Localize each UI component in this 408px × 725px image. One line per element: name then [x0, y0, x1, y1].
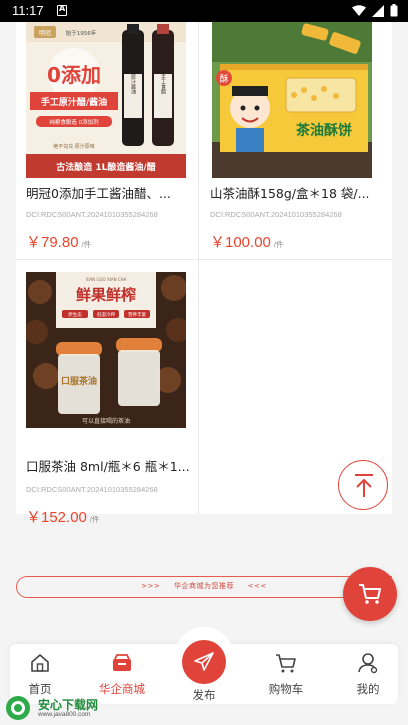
back-to-top-button[interactable] — [338, 460, 388, 510]
product-name[interactable]: 口服茶油 8ml/瓶＊6 瓶＊1... — [26, 456, 192, 475]
publish-button[interactable] — [182, 640, 226, 684]
arrows-right: <<< — [247, 582, 267, 590]
image-subtitle: 手工原汁醋/酱油 — [41, 96, 107, 108]
product-card[interactable]: 明冠 始于1956年 0添加 手工原汁醋/酱油 纯粮食酿造 0添加剂 绝不勾兑 … — [16, 22, 199, 260]
product-grid: 明冠 始于1956年 0添加 手工原汁醋/酱油 纯粮食酿造 0添加剂 绝不勾兑 … — [16, 22, 392, 526]
floating-cart-button[interactable] — [343, 567, 397, 621]
cart-icon — [359, 584, 381, 604]
product-code: DCI:RDCS00ANT.20241010355284268 — [210, 210, 342, 219]
image-badge: 纯粮食酿造 0添加剂 — [49, 118, 99, 126]
price-unit: /件 — [273, 240, 284, 249]
watermark: 安心下载网 www.java800.com — [4, 694, 114, 722]
home-icon — [31, 654, 49, 672]
image-box-text: 茶油酥饼 — [295, 122, 352, 139]
image-tag: 酥 — [219, 74, 228, 85]
battery-icon — [390, 4, 398, 17]
price-unit: /件 — [89, 515, 100, 524]
image-chip-0: 原生态 — [68, 311, 82, 318]
cart-icon — [276, 654, 296, 673]
status-bar: 11:17 — [0, 0, 408, 22]
image-brand: 明冠 — [39, 30, 51, 37]
tab-cart-label: 购物车 — [268, 682, 304, 696]
image-banner: 古法酿造 1L酿造酱油/醋 — [56, 161, 155, 173]
product-name[interactable]: 山茶油酥158g/盒＊18 袋/... — [210, 183, 382, 202]
signal-icon — [372, 4, 384, 17]
shop-icon — [113, 654, 131, 671]
product-price: ￥79.80/件 — [26, 231, 91, 252]
status-icons — [352, 4, 398, 17]
tab-mine[interactable]: 我的 — [338, 644, 398, 704]
product-code: DCI:RDCS00ANT.20241010355284268 — [26, 485, 158, 494]
recommend-text: >>> 华企商城为您推荐 <<< — [16, 581, 392, 591]
image-bottle-text: 口服茶油 — [61, 375, 97, 387]
send-icon — [194, 652, 214, 671]
product-image-soy-sauce[interactable]: 明冠 始于1956年 0添加 手工原汁醋/酱油 纯粮食酿造 0添加剂 绝不勾兑 … — [26, 22, 186, 178]
product-price: ￥100.00/件 — [210, 231, 283, 252]
watermark-logo — [6, 696, 30, 720]
wifi-icon — [352, 4, 366, 16]
price-value: ￥100.00 — [210, 234, 271, 251]
price-unit: /件 — [81, 240, 92, 249]
notification-icon — [57, 4, 67, 16]
tab-mine-label: 我的 — [356, 682, 380, 696]
tab-cart[interactable]: 购物车 — [256, 644, 316, 704]
tab-publish-label: 发布 — [192, 688, 216, 702]
image-chip-2: 营养丰富 — [128, 311, 146, 318]
watermark-url: www.java800.com — [38, 711, 91, 718]
image-top-small: XIAN GUO XIAN CHA — [86, 277, 127, 282]
product-image-pastry[interactable]: 茶油酥饼 酥 — [212, 22, 372, 178]
product-name[interactable]: 明冠0添加手工酱油醋、... — [26, 183, 192, 202]
slogan-label: 华企商城为您推荐 — [174, 582, 234, 590]
price-value: ￥79.80 — [26, 234, 79, 251]
price-value: ￥152.00 — [26, 509, 87, 526]
arrow-up-icon — [355, 474, 373, 497]
product-card[interactable]: XIAN GUO XIAN CHA 鲜果鲜榨 原生态 低温冷榨 营养丰富 口服茶… — [16, 260, 199, 526]
image-headline: 0添加 — [47, 63, 101, 87]
user-icon — [358, 653, 378, 674]
recommend-divider: >>> 华企商城为您推荐 <<< — [16, 576, 392, 598]
status-time: 11:17 — [12, 3, 44, 18]
label-b: 手工食醋 — [160, 73, 166, 95]
image-headline: 鲜果鲜榨 — [76, 286, 136, 304]
product-card[interactable]: 茶油酥饼 酥 山茶油酥158g/盒＊18 袋/... DCI:RDCS00ANT… — [199, 22, 392, 260]
image-since: 始于1956年 — [66, 29, 97, 37]
image-bottom: 可以直接喝的茶油 — [82, 417, 130, 425]
product-code: DCI:RDCS00ANT.20241010355284268 — [26, 210, 158, 219]
product-price: ￥152.00/件 — [26, 506, 99, 527]
product-image-tea-oil[interactable]: XIAN GUO XIAN CHA 鲜果鲜榨 原生态 低温冷榨 营养丰富 口服茶… — [26, 272, 186, 428]
label-a: 原汁酱油 — [130, 74, 136, 95]
image-note: 绝不勾兑 原汁原味 — [53, 143, 95, 150]
arrows-left: >>> — [141, 582, 161, 590]
image-chip-1: 低温冷榨 — [97, 311, 115, 318]
